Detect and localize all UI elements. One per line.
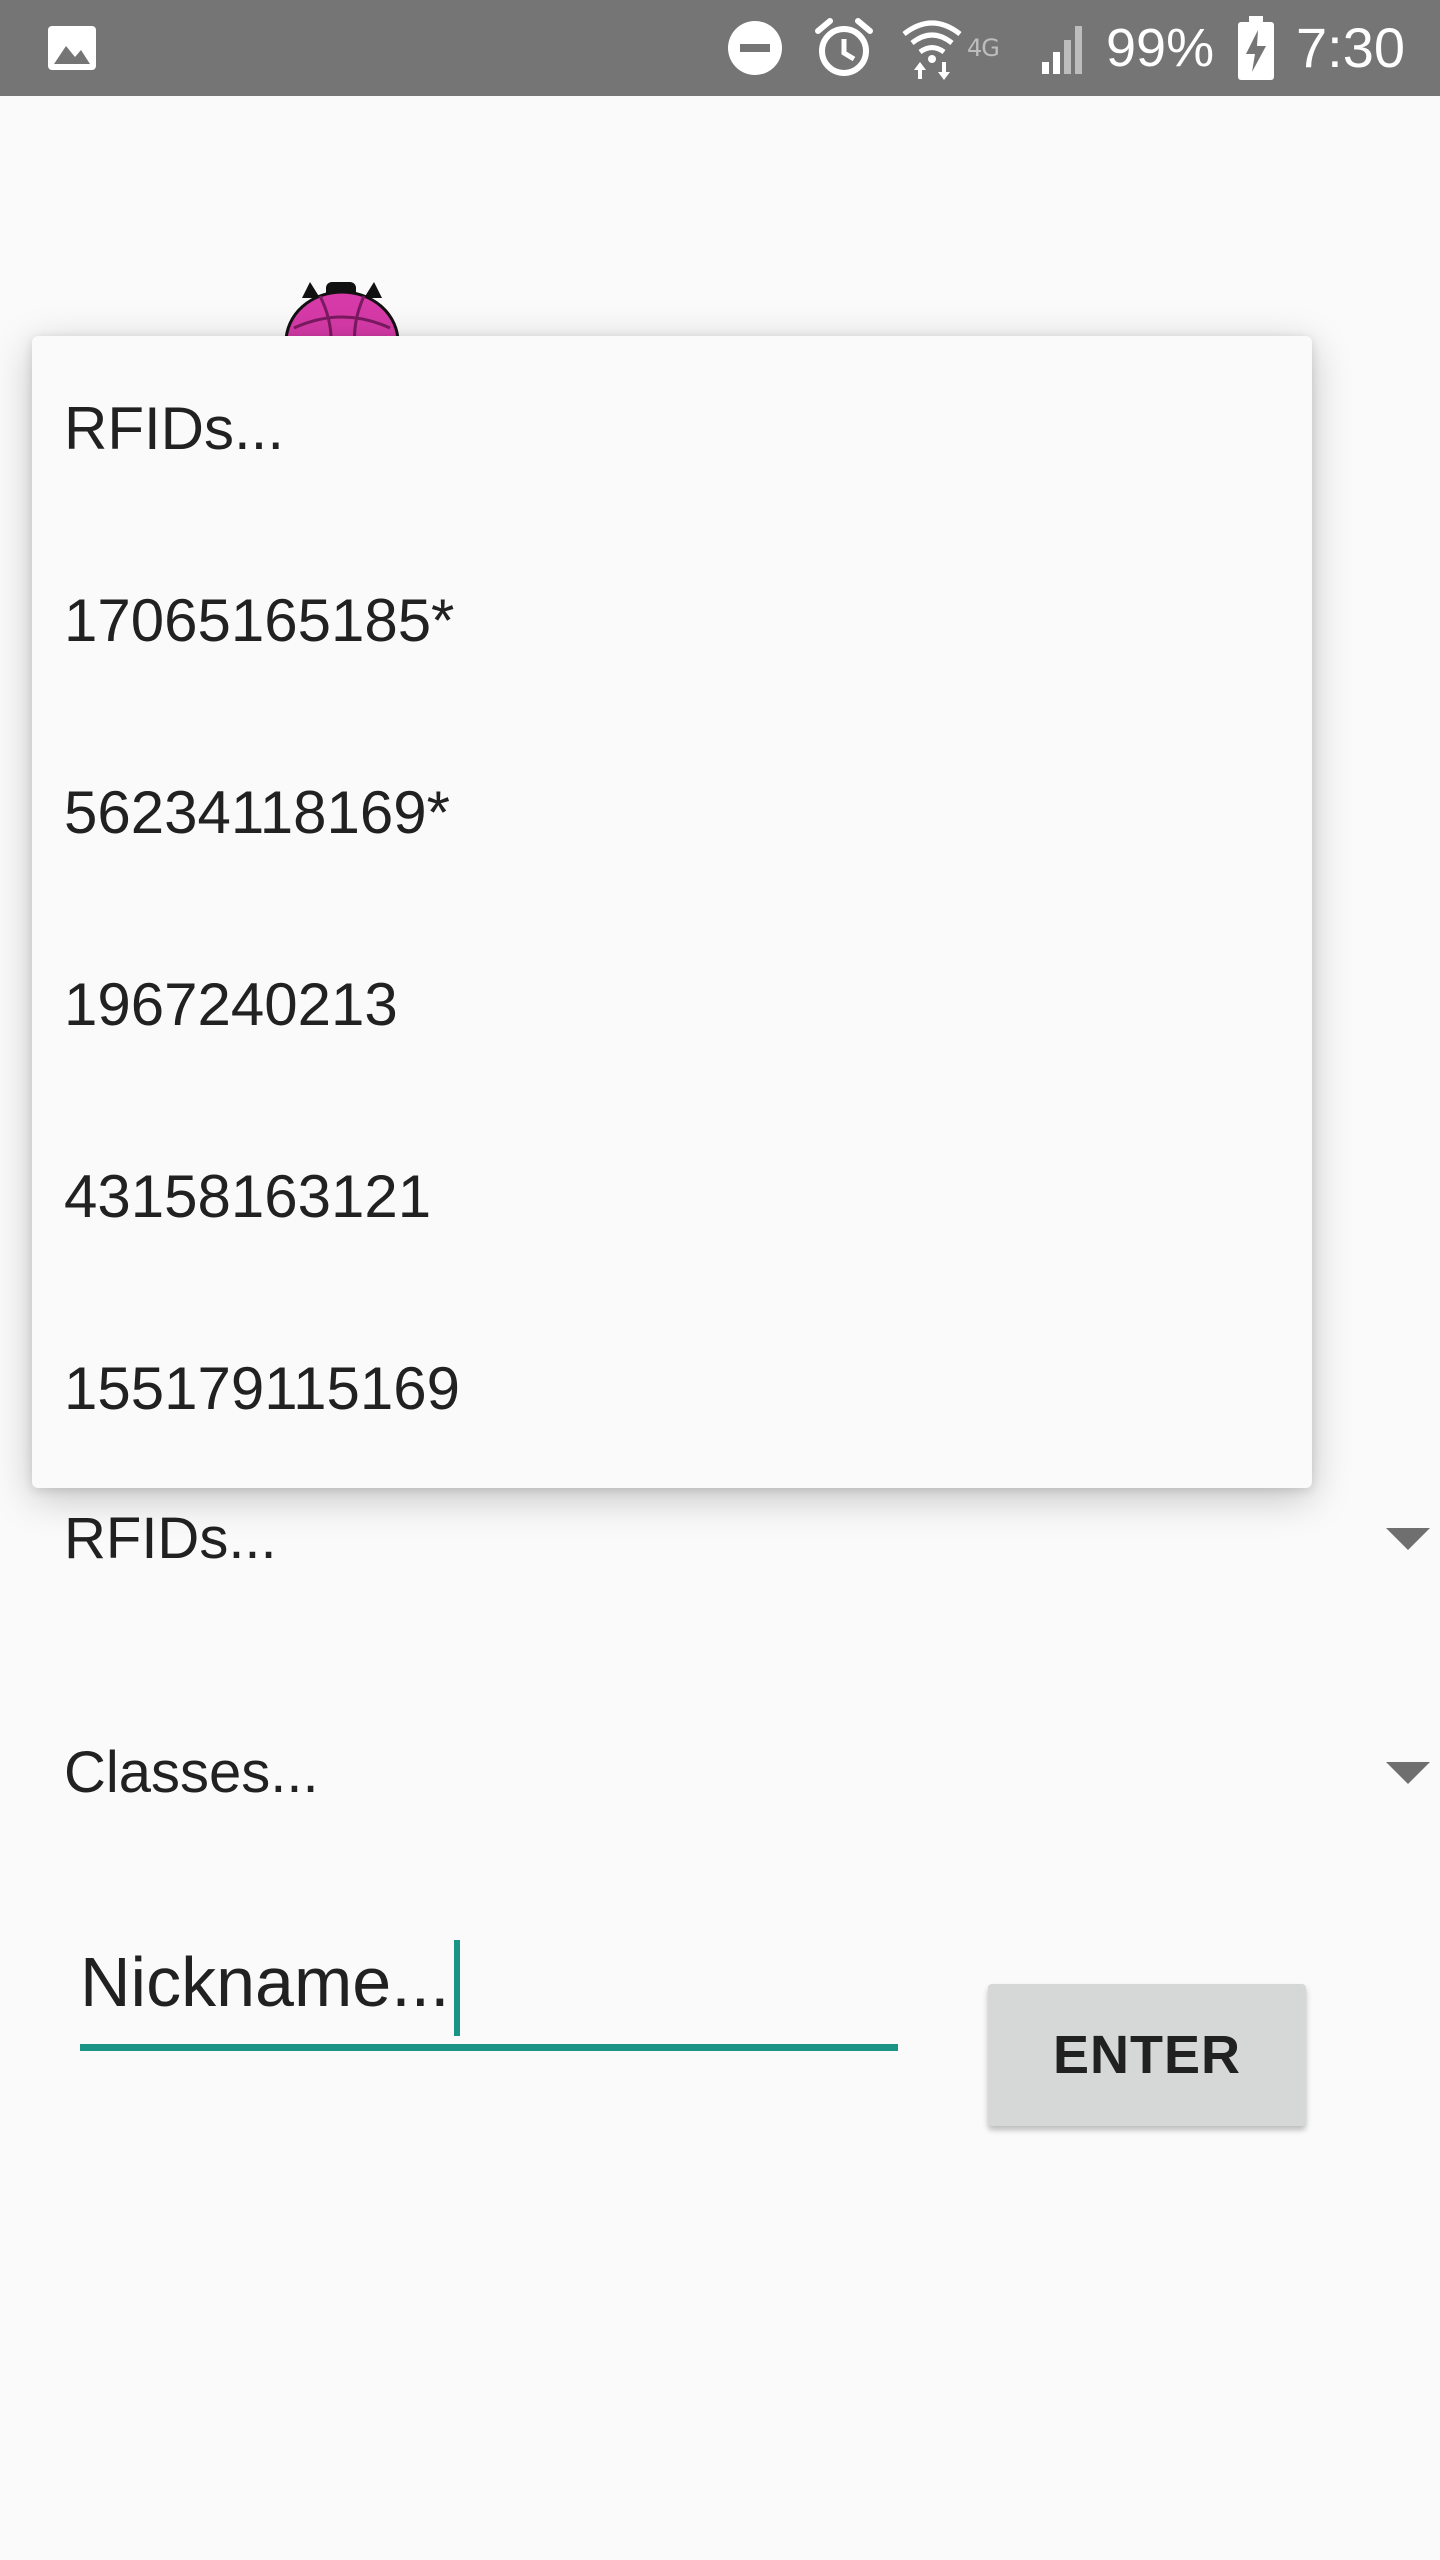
- gallery-notification-icon: [46, 24, 98, 72]
- dropdown-option[interactable]: 1967240213: [32, 912, 1312, 1104]
- nickname-underline: [80, 2044, 898, 2051]
- text-cursor: [454, 1940, 460, 2036]
- nickname-input[interactable]: Nickname...: [80, 1930, 898, 2052]
- dropdown-option-label: 155179115169: [64, 1355, 460, 1422]
- battery-percent: 99%: [1106, 18, 1215, 78]
- clock-time: 7:30: [1296, 16, 1405, 79]
- dropdown-option[interactable]: 17065165185*: [32, 528, 1312, 720]
- do-not-disturb-icon: [726, 19, 784, 77]
- dropdown-option-label: 43158163121: [64, 1163, 432, 1230]
- enter-button[interactable]: ENTER: [988, 1984, 1306, 2126]
- dropdown-option-label: RFIDs...: [64, 395, 284, 462]
- battery-charging-icon: [1236, 16, 1276, 80]
- dropdown-arrow-icon: [1386, 1528, 1430, 1552]
- dropdown-option[interactable]: 155179115169: [32, 1296, 1312, 1488]
- dropdown-option-label: 1967240213: [64, 971, 398, 1038]
- status-bar: 4G 99% 7:30: [0, 0, 1440, 96]
- cell-signal-icon: [1040, 18, 1090, 76]
- rfid-dropdown-popup: RFIDs... 17065165185* 56234118169* 19672…: [32, 336, 1312, 1488]
- class-spinner-value: Classes...: [64, 1740, 319, 1805]
- rfid-spinner-value: RFIDs...: [64, 1506, 277, 1571]
- dropdown-arrow-icon: [1386, 1762, 1430, 1786]
- class-spinner[interactable]: Classes...: [0, 1718, 1440, 1828]
- dropdown-option[interactable]: RFIDs...: [32, 336, 1312, 528]
- wifi-data-icon: [900, 16, 964, 80]
- nickname-input-text[interactable]: Nickname...: [80, 1942, 450, 2022]
- dropdown-option[interactable]: 43158163121: [32, 1104, 1312, 1296]
- network-type-label: 4G: [967, 34, 1000, 62]
- rfid-spinner[interactable]: RFIDs...: [0, 1484, 1440, 1594]
- dropdown-option-label: 56234118169*: [64, 779, 450, 846]
- dropdown-option-label: 17065165185*: [64, 587, 455, 654]
- alarm-clock-icon: [814, 17, 874, 79]
- dropdown-option[interactable]: 56234118169*: [32, 720, 1312, 912]
